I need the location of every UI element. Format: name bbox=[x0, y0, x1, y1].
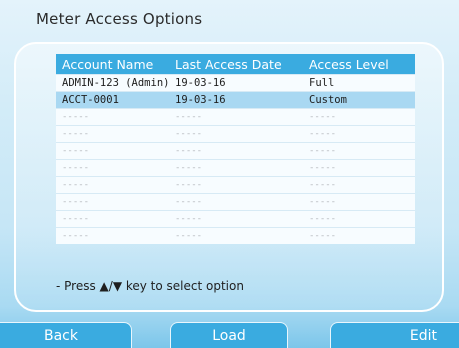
table-header: Account Name Last Access Date Access Lev… bbox=[56, 54, 415, 75]
navigation-hint: - Press ▲/▼ key to select option bbox=[56, 279, 244, 293]
table-row[interactable]: ----- ----- ----- bbox=[56, 159, 415, 177]
table-row[interactable]: ADMIN-123 (Admin) 19-03-16 Full bbox=[56, 74, 415, 92]
access-level-cell: ----- bbox=[303, 193, 415, 211]
last-access-date-cell: ----- bbox=[169, 125, 303, 143]
column-header-access-level: Access Level bbox=[303, 54, 415, 75]
access-level-cell: ----- bbox=[303, 125, 415, 143]
last-access-date-cell: 19-03-16 bbox=[169, 91, 303, 109]
table-row-selected[interactable]: ACCT-0001 19-03-16 Custom bbox=[56, 91, 415, 109]
account-name-cell: ----- bbox=[56, 125, 169, 143]
table-row[interactable]: ----- ----- ----- bbox=[56, 227, 415, 244]
last-access-date-cell: ----- bbox=[169, 210, 303, 228]
account-name-cell: ----- bbox=[56, 142, 169, 160]
access-level-cell: Custom bbox=[303, 91, 415, 109]
last-access-date-cell: 19-03-16 bbox=[169, 74, 303, 92]
account-table: Account Name Last Access Date Access Lev… bbox=[56, 54, 415, 244]
last-access-date-cell: ----- bbox=[169, 142, 303, 160]
back-button[interactable]: Back bbox=[0, 322, 132, 348]
account-name-cell: ACCT-0001 bbox=[56, 91, 169, 109]
load-button[interactable]: Load bbox=[170, 322, 288, 348]
account-name-cell: ----- bbox=[56, 108, 169, 126]
table-row[interactable]: ----- ----- ----- bbox=[56, 125, 415, 143]
access-level-cell: ----- bbox=[303, 108, 415, 126]
access-level-cell: ----- bbox=[303, 176, 415, 194]
last-access-date-cell: ----- bbox=[169, 159, 303, 177]
table-row[interactable]: ----- ----- ----- bbox=[56, 176, 415, 194]
title-bar: Meter Access Options bbox=[0, 0, 459, 40]
account-name-cell: ----- bbox=[56, 159, 169, 177]
meter-access-screen: Meter Access Options Account Name Last A… bbox=[0, 0, 459, 348]
edit-button[interactable]: Edit bbox=[330, 322, 459, 348]
table-row[interactable]: ----- ----- ----- bbox=[56, 193, 415, 211]
column-header-account-name: Account Name bbox=[56, 54, 169, 75]
access-level-cell: ----- bbox=[303, 227, 415, 244]
last-access-date-cell: ----- bbox=[169, 193, 303, 211]
account-name-cell: ----- bbox=[56, 193, 169, 211]
softkey-bar: Back Load Edit bbox=[0, 322, 459, 348]
access-level-cell: Full bbox=[303, 74, 415, 92]
table-row[interactable]: ----- ----- ----- bbox=[56, 210, 415, 228]
column-header-last-access-date: Last Access Date bbox=[169, 54, 303, 75]
access-level-cell: ----- bbox=[303, 210, 415, 228]
page-title: Meter Access Options bbox=[36, 10, 203, 28]
account-name-cell: ----- bbox=[56, 210, 169, 228]
access-level-cell: ----- bbox=[303, 159, 415, 177]
account-name-cell: ADMIN-123 (Admin) bbox=[56, 74, 169, 92]
last-access-date-cell: ----- bbox=[169, 108, 303, 126]
access-level-cell: ----- bbox=[303, 142, 415, 160]
account-name-cell: ----- bbox=[56, 227, 169, 244]
table-row[interactable]: ----- ----- ----- bbox=[56, 142, 415, 160]
last-access-date-cell: ----- bbox=[169, 176, 303, 194]
table-row[interactable]: ----- ----- ----- bbox=[56, 108, 415, 126]
account-name-cell: ----- bbox=[56, 176, 169, 194]
last-access-date-cell: ----- bbox=[169, 227, 303, 244]
